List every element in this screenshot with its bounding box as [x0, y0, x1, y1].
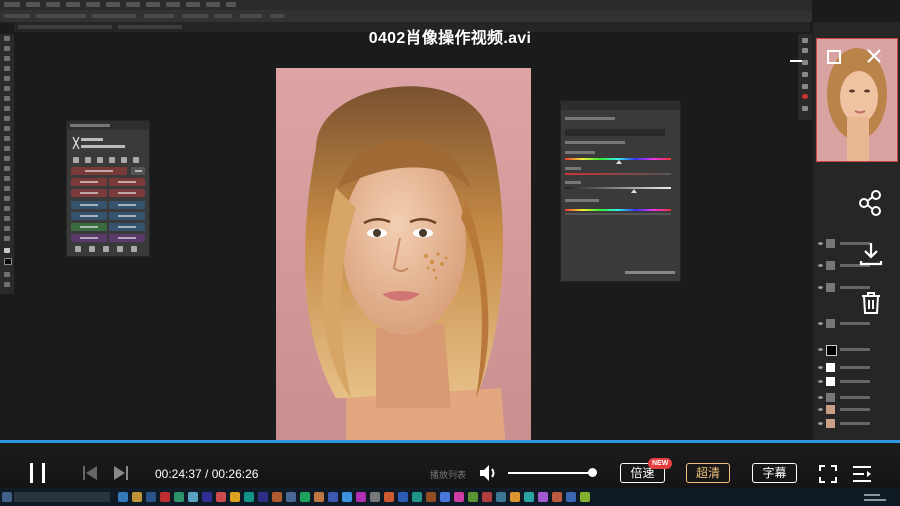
- delete-icon[interactable]: [856, 288, 886, 318]
- ps-layer-row: [816, 418, 870, 430]
- subtitle-button[interactable]: 字幕: [752, 463, 797, 483]
- minimize-icon[interactable]: [790, 60, 802, 62]
- next-icon[interactable]: [113, 465, 129, 481]
- share-icon[interactable]: [856, 188, 886, 218]
- download-icon[interactable]: [856, 239, 886, 269]
- ps-toolbar: [0, 34, 14, 294]
- ps-layer-row: [816, 362, 870, 374]
- previous-icon[interactable]: [82, 465, 98, 481]
- ps-menubar: [0, 0, 812, 10]
- ps-layer-row: [816, 260, 870, 272]
- quality-button[interactable]: 超清: [686, 463, 730, 483]
- maximize-icon[interactable]: [827, 50, 841, 64]
- pause-icon[interactable]: [28, 462, 48, 484]
- ps-layer-row: [816, 404, 870, 416]
- ps-layer-row: [816, 392, 870, 404]
- start-icon: [2, 492, 12, 502]
- close-icon[interactable]: [866, 48, 882, 64]
- volume-slider[interactable]: [508, 472, 596, 474]
- ps-layer-row: [816, 344, 870, 356]
- volume-knob[interactable]: [587, 468, 597, 477]
- fullscreen-icon[interactable]: [819, 465, 837, 483]
- video-viewport[interactable]: 0402肖像操作视频.avi 00:24:37 / 00:26:26 播放列表 …: [0, 0, 900, 506]
- ps-layer-row: [816, 376, 870, 388]
- time-display: 00:24:37 / 00:26:26: [155, 467, 258, 481]
- time-separator: /: [201, 467, 212, 481]
- current-time: 00:24:37: [155, 467, 202, 481]
- retouch-plugin-panel: [66, 120, 150, 257]
- ps-layer-row: [816, 318, 870, 330]
- portrait-photo: [276, 68, 531, 450]
- new-badge: NEW: [648, 458, 673, 469]
- ps-layer-row: [816, 282, 870, 294]
- ps-layer-row: [816, 238, 870, 250]
- os-taskbar: [0, 488, 900, 506]
- properties-panel: [560, 100, 681, 282]
- taskbar-clock: [862, 491, 888, 503]
- video-title: 0402肖像操作视频.avi: [368, 30, 532, 47]
- volume-icon[interactable]: [478, 463, 500, 483]
- duration: 00:26:26: [211, 467, 259, 481]
- playlist-ghost-label: 播放列表: [430, 470, 467, 480]
- playlist-icon[interactable]: [852, 465, 872, 483]
